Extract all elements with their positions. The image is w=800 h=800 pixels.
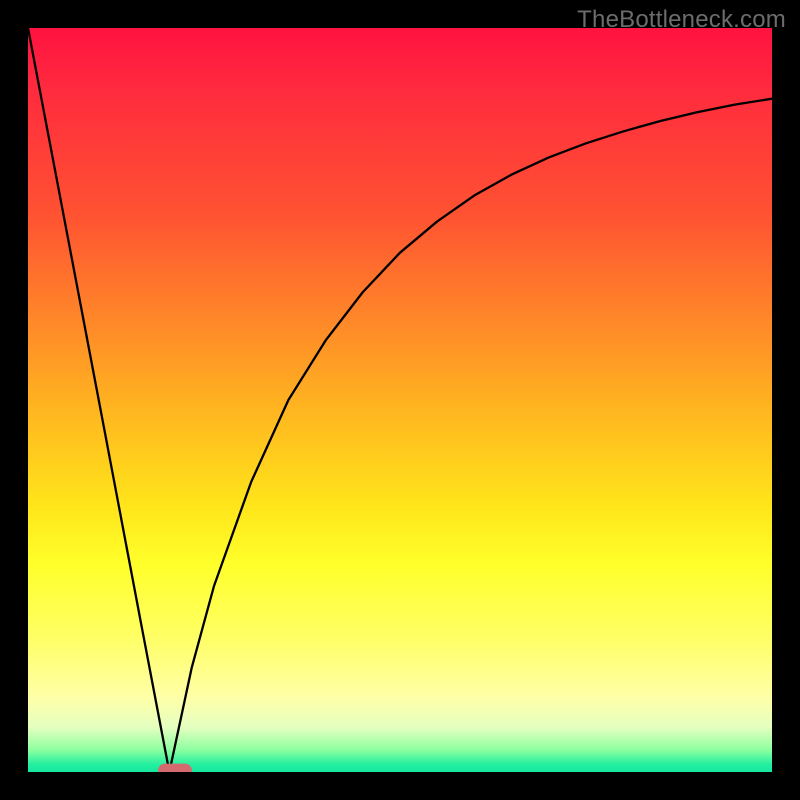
optimum-marker <box>158 764 192 772</box>
curve-path <box>28 28 772 772</box>
chart-frame: TheBottleneck.com <box>0 0 800 800</box>
bottleneck-curve <box>28 28 772 772</box>
plot-area <box>28 28 772 772</box>
watermark-text: TheBottleneck.com <box>577 6 786 34</box>
